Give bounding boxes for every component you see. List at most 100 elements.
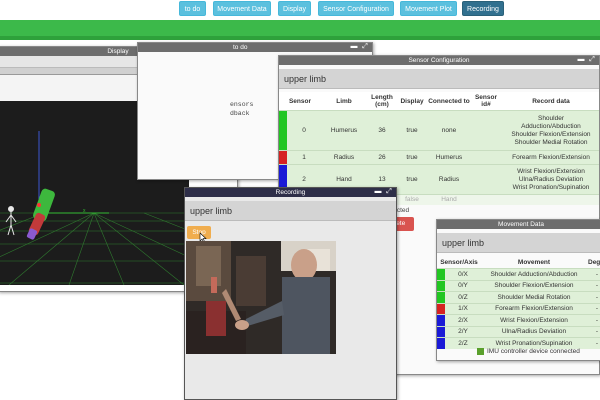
movement-name: Ulna/Radius Deviation <box>481 325 587 338</box>
connected-to: Radius <box>427 164 471 195</box>
nav-recording-button[interactable]: Recording <box>462 1 504 16</box>
table-row[interactable]: 1 Radius 26 true Humerus Forearm Flexion… <box>279 150 599 165</box>
todo-text-line: dback <box>230 110 250 117</box>
movement-name: Shoulder Adduction/Abduction <box>481 268 587 280</box>
expand-icon[interactable]: ⤢ <box>588 56 596 65</box>
todo-window-titlebar[interactable]: to do <box>138 43 372 52</box>
column-header: Sensor/Axis <box>440 259 478 266</box>
top-navigation: to do Movement Data Display Sensor Confi… <box>0 0 600 19</box>
table-row[interactable]: 0/Y Shoulder Flexion/Extension - <box>437 279 600 292</box>
sensor-config-heading: upper limb <box>279 69 599 89</box>
column-header: Sensor <box>279 92 321 111</box>
sensor-color-swatch <box>437 268 445 280</box>
movement-data-window: Movement Data upper limb Sensor/Axis Mov… <box>436 219 600 361</box>
column-header: Movement <box>517 259 551 266</box>
sensor-axis: 1/X <box>445 302 481 315</box>
sensor-number: 0 <box>287 110 321 151</box>
connected-to: Hand <box>427 194 471 205</box>
column-header: Record data <box>501 92 599 111</box>
record-item: Wrist Flexion/Extension <box>517 167 585 175</box>
recording-heading: upper limb <box>185 201 396 221</box>
nav-movement-plot-button[interactable]: Movement Plot <box>400 1 457 16</box>
sensor-color-swatch <box>437 337 445 349</box>
joint-marker <box>37 203 41 207</box>
movement-data-heading: upper limb <box>437 233 600 253</box>
nav-display-button[interactable]: Display <box>278 1 311 16</box>
expand-icon[interactable]: ⤢ <box>361 43 369 52</box>
nav-sensor-configuration-button[interactable]: Sensor Configuration <box>318 1 394 16</box>
sensor-axis: 0/Y <box>445 279 481 292</box>
record-data: Shoulder Adduction/Abduction Shoulder Fl… <box>501 110 599 151</box>
todo-text: ensors dback <box>230 100 253 118</box>
record-item: Shoulder <box>537 114 565 122</box>
sensor-color-swatch <box>437 302 445 315</box>
record-item: Shoulder Medial Rotation <box>514 138 588 146</box>
degree-value: - <box>587 325 600 338</box>
minimize-icon[interactable]: ▬ <box>374 188 382 197</box>
record-data: Wrist Flexion/Extension Ulna/Radius Devi… <box>501 164 599 195</box>
movement-name: Shoulder Medial Rotation <box>481 291 587 303</box>
sensor-table-header: Sensor Limb Length (cm) Display Connecte… <box>279 92 599 111</box>
window-title: Movement Data <box>498 221 544 228</box>
expand-icon[interactable]: ⤢ <box>385 188 393 197</box>
record-item: Adduction/Abduction <box>521 122 581 130</box>
webcam-frame-svg <box>186 241 336 354</box>
todo-text-line: ensors <box>230 101 254 108</box>
table-row[interactable]: 1/X Forearm Flexion/Extension - <box>437 302 600 315</box>
column-header: Deg <box>588 259 600 266</box>
limb-name: Humerus <box>321 110 367 151</box>
sensor-color-swatch <box>437 291 445 303</box>
sensor-id <box>471 110 501 151</box>
device-status: IMU controller device connected <box>477 348 580 355</box>
window-title: Recording <box>275 189 306 196</box>
sensor-axis: 2/Z <box>445 337 481 349</box>
movement-name: Shoulder Flexion/Extension <box>481 279 587 292</box>
nav-movement-data-button[interactable]: Movement Data <box>213 1 271 16</box>
minimize-icon[interactable]: ▬ <box>577 56 585 65</box>
record-item: Forearm Flexion/Extension <box>512 154 590 161</box>
column-header: Length (cm) <box>367 92 397 111</box>
recording-window: Recording ▬ ⤢ upper limb Stop <box>184 187 397 400</box>
nav-todo-button[interactable]: to do <box>179 1 206 16</box>
column-header: Sensor id# <box>471 92 501 111</box>
sensor-color-swatch <box>279 150 287 165</box>
column-header: Display <box>397 92 427 111</box>
window-title: to do <box>233 44 248 51</box>
movement-data-titlebar[interactable]: Movement Data <box>437 220 600 229</box>
minimize-icon[interactable]: ▬ <box>350 43 358 52</box>
column-header: Connected to <box>427 92 471 111</box>
table-row[interactable]: 2/X Wrist Flexion/Extension - <box>437 314 600 326</box>
degree-value: - <box>587 279 600 292</box>
column-header: Limb <box>321 92 367 111</box>
movement-table: Sensor/Axis Movement Deg 0/X Shoulder Ad… <box>437 257 600 349</box>
degree-value: - <box>587 268 600 280</box>
record-item: Shoulder Flexion/Extension <box>511 130 591 138</box>
sensor-color-swatch <box>279 110 287 151</box>
display-flag: false <box>397 194 427 205</box>
limb-length: 26 <box>367 150 397 165</box>
sensor-color-swatch <box>437 325 445 338</box>
sensor-axis: 2/Y <box>445 325 481 338</box>
status-text: IMU controller device connected <box>487 348 580 355</box>
table-row[interactable]: 0/X Shoulder Adduction/Abduction - <box>437 268 600 280</box>
connected-to: none <box>427 110 471 151</box>
sensor-id <box>471 164 501 195</box>
table-row[interactable]: 2/Y Ulna/Radius Deviation - <box>437 325 600 338</box>
table-row[interactable]: 0/Z Shoulder Medial Rotation - <box>437 291 600 303</box>
record-item: Wrist Pronation/Supination <box>512 183 590 191</box>
window-title: Sensor Configuration <box>408 57 470 64</box>
movement-name: Forearm Flexion/Extension <box>481 302 587 315</box>
record-data: Forearm Flexion/Extension <box>501 150 599 165</box>
limb-segments <box>26 188 55 240</box>
display-flag: true <box>397 150 427 165</box>
window-title: Display <box>107 48 129 55</box>
limb-name: Radius <box>321 150 367 165</box>
status-indicator-icon <box>477 348 484 355</box>
record-item: Ulna/Radius Deviation <box>518 175 584 183</box>
sensor-id <box>471 150 501 165</box>
recording-titlebar[interactable]: Recording <box>185 188 396 197</box>
sensor-config-titlebar[interactable]: Sensor Configuration <box>279 56 599 65</box>
sensor-axis: 0/X <box>445 268 481 280</box>
floor-grid <box>0 212 237 286</box>
table-row[interactable]: 0 Humerus 36 true none Shoulder Adductio… <box>279 110 599 151</box>
